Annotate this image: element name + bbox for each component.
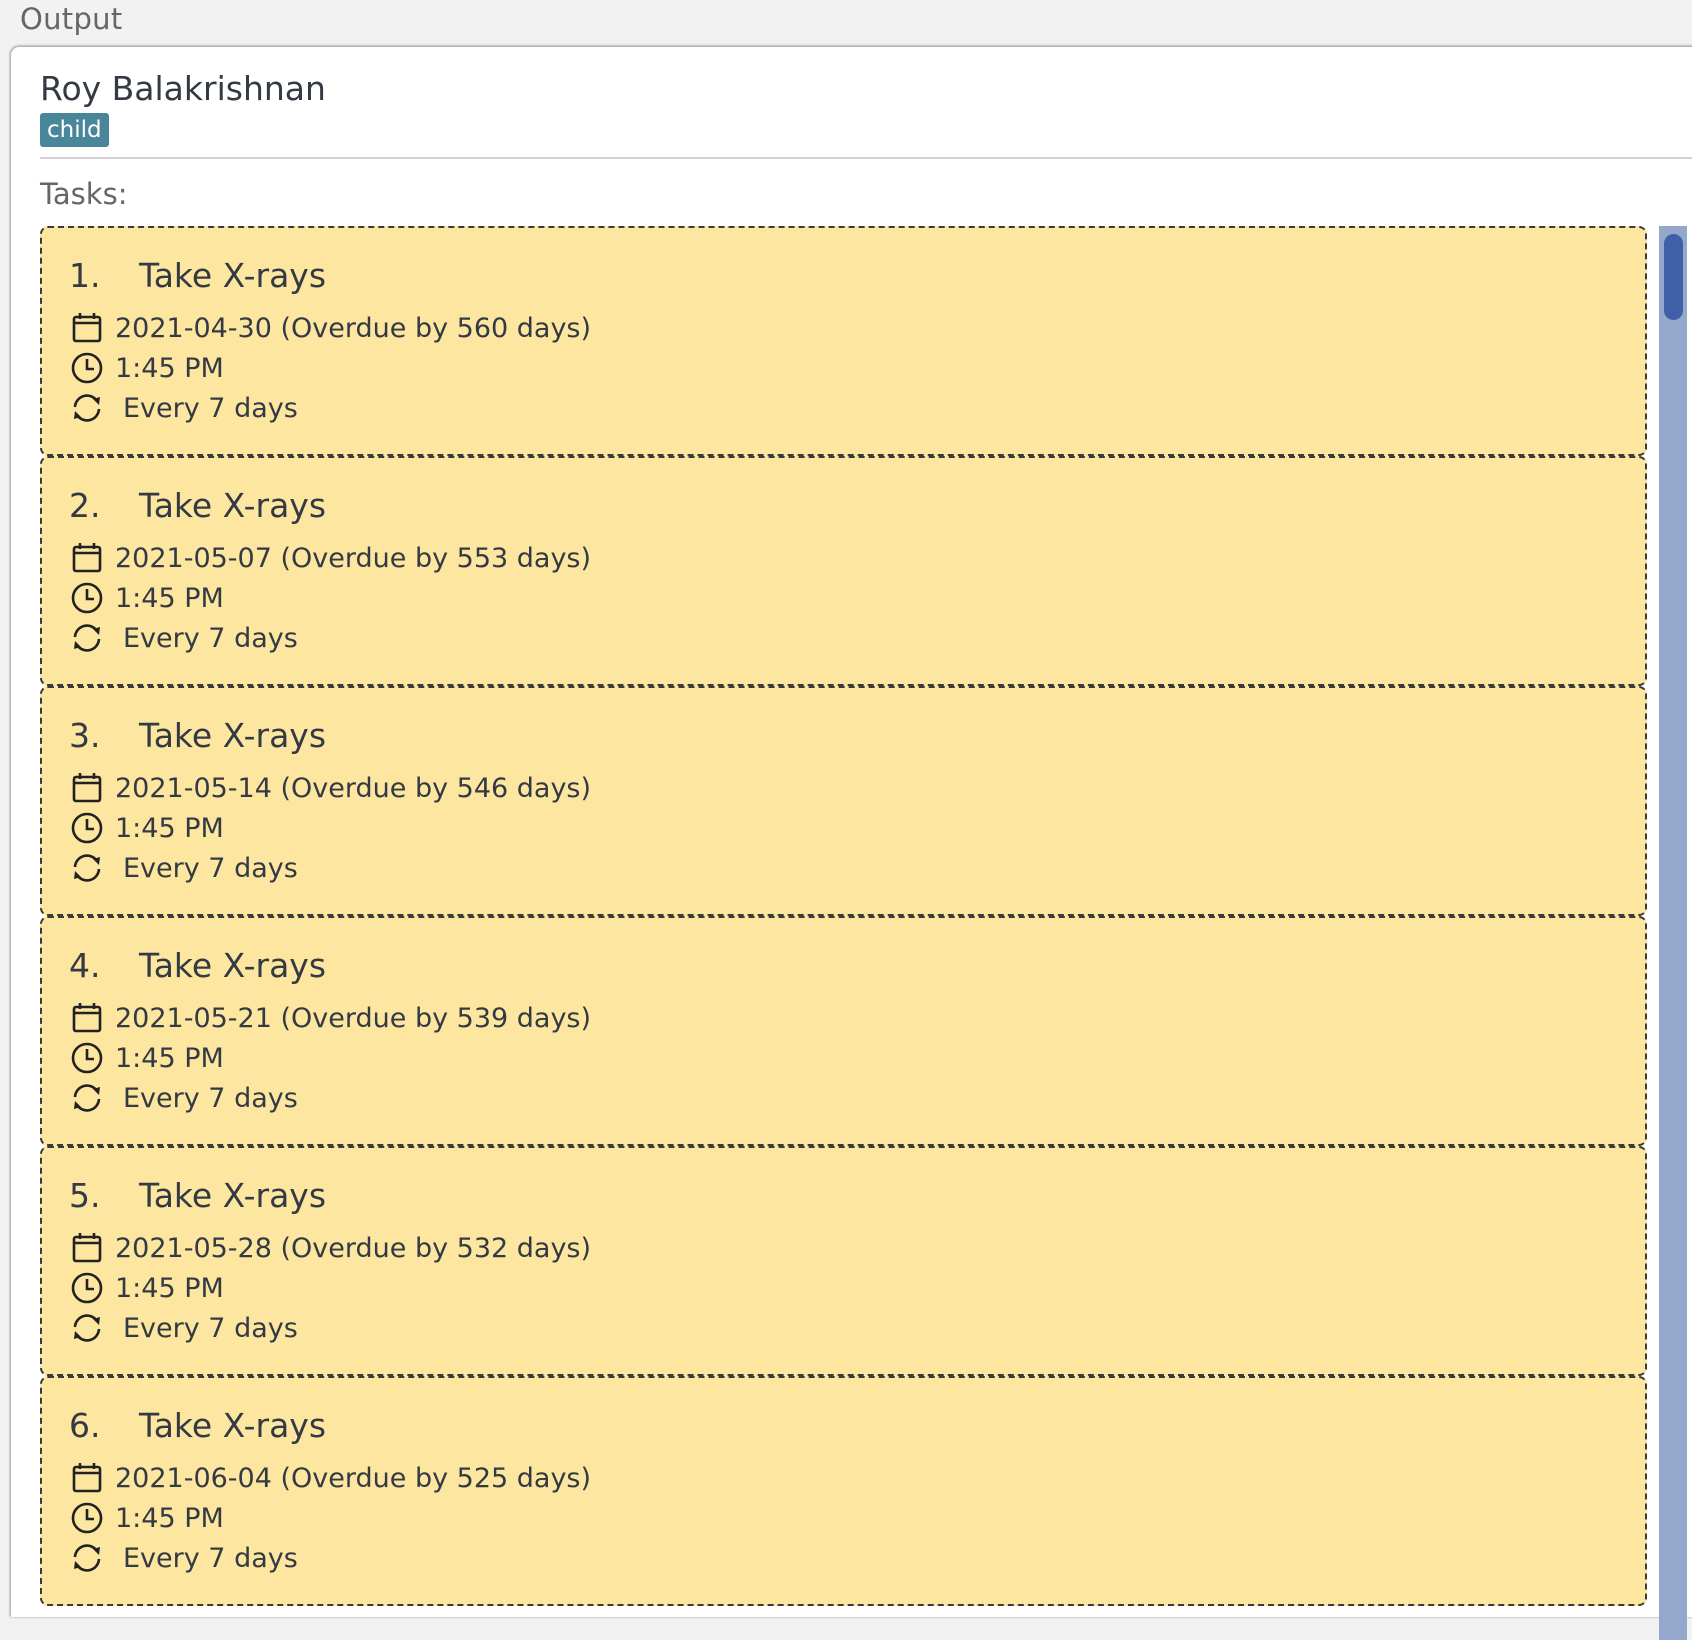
task-card[interactable]: 2. Take X-rays 2021-05-07 (Overdue by 55…: [40, 456, 1647, 686]
task-time-row: 1:45 PM: [69, 1270, 224, 1306]
repeat-icon: [69, 390, 105, 426]
task-date: 2021-06-04 (Overdue by 525 days): [115, 1462, 592, 1494]
clock-icon: [69, 1270, 105, 1306]
task-time: 1:45 PM: [115, 1042, 224, 1074]
task-date: 2021-05-28 (Overdue by 532 days): [115, 1232, 592, 1264]
task-title: Take X-rays: [139, 1176, 327, 1215]
task-time: 1:45 PM: [115, 1272, 224, 1304]
repeat-icon: [69, 1540, 105, 1576]
person-name: Roy Balakrishnan: [40, 69, 326, 108]
task-time-row: 1:45 PM: [69, 1500, 224, 1536]
clock-icon: [69, 810, 105, 846]
task-date: 2021-05-14 (Overdue by 546 days): [115, 772, 592, 804]
calendar-icon: [69, 1000, 105, 1036]
calendar-icon: [69, 1460, 105, 1496]
task-date: 2021-05-21 (Overdue by 539 days): [115, 1002, 592, 1034]
task-card[interactable]: 1. Take X-rays 2021-04-30 (Overdue by 56…: [40, 226, 1647, 456]
repeat-icon: [69, 620, 105, 656]
task-recurrence: Every 7 days: [123, 392, 298, 424]
task-time-row: 1:45 PM: [69, 810, 224, 846]
task-recurrence-row: Every 7 days: [69, 1540, 298, 1576]
calendar-icon: [69, 770, 105, 806]
task-date: 2021-05-07 (Overdue by 553 days): [115, 542, 592, 574]
task-date-row: 2021-05-07 (Overdue by 553 days): [69, 540, 591, 576]
clock-icon: [69, 1500, 105, 1536]
calendar-icon: [69, 540, 105, 576]
repeat-icon: [69, 1310, 105, 1346]
person-tag-badge: child: [40, 113, 109, 147]
task-index: 6.: [69, 1406, 101, 1445]
task-index: 3.: [69, 716, 101, 755]
task-date-row: 2021-04-30 (Overdue by 560 days): [69, 310, 591, 346]
task-date: 2021-04-30 (Overdue by 560 days): [115, 312, 592, 344]
task-recurrence-row: Every 7 days: [69, 620, 298, 656]
task-date-row: 2021-05-14 (Overdue by 546 days): [69, 770, 591, 806]
task-title: Take X-rays: [139, 946, 327, 985]
task-index: 5.: [69, 1176, 101, 1215]
task-time-row: 1:45 PM: [69, 580, 224, 616]
calendar-icon: [69, 310, 105, 346]
clock-icon: [69, 580, 105, 616]
task-index: 2.: [69, 486, 101, 525]
scrollbar-thumb[interactable]: [1664, 234, 1683, 320]
task-date-row: 2021-06-04 (Overdue by 525 days): [69, 1460, 591, 1496]
task-card[interactable]: 4. Take X-rays 2021-05-21 (Overdue by 53…: [40, 916, 1647, 1146]
repeat-icon: [69, 1080, 105, 1116]
task-card[interactable]: 6. Take X-rays 2021-06-04 (Overdue by 52…: [40, 1376, 1647, 1606]
task-time: 1:45 PM: [115, 1502, 224, 1534]
task-index: 4.: [69, 946, 101, 985]
task-title: Take X-rays: [139, 256, 327, 295]
task-card[interactable]: 5. Take X-rays 2021-05-28 (Overdue by 53…: [40, 1146, 1647, 1376]
divider: [40, 157, 1692, 159]
task-index: 1.: [69, 256, 101, 295]
task-time: 1:45 PM: [115, 812, 224, 844]
task-recurrence: Every 7 days: [123, 622, 298, 654]
tasks-label: Tasks:: [40, 177, 128, 211]
clock-icon: [69, 1040, 105, 1076]
task-date-row: 2021-05-28 (Overdue by 532 days): [69, 1230, 591, 1266]
task-time-row: 1:45 PM: [69, 350, 224, 386]
task-list[interactable]: 1. Take X-rays 2021-04-30 (Overdue by 56…: [40, 226, 1647, 1640]
repeat-icon: [69, 850, 105, 886]
task-title: Take X-rays: [139, 1406, 327, 1445]
task-date-row: 2021-05-21 (Overdue by 539 days): [69, 1000, 591, 1036]
task-recurrence: Every 7 days: [123, 852, 298, 884]
task-title: Take X-rays: [139, 716, 327, 755]
task-recurrence: Every 7 days: [123, 1542, 298, 1574]
task-list-scrollbar[interactable]: [1659, 226, 1687, 1640]
task-recurrence-row: Every 7 days: [69, 850, 298, 886]
person-detail-panel: Roy Balakrishnan child Tasks: 1. Take X-…: [11, 47, 1692, 1640]
task-title: Take X-rays: [139, 486, 327, 525]
output-section-title: Output: [20, 2, 123, 36]
task-recurrence-row: Every 7 days: [69, 1080, 298, 1116]
clock-icon: [69, 350, 105, 386]
task-time-row: 1:45 PM: [69, 1040, 224, 1076]
calendar-icon: [69, 1230, 105, 1266]
task-recurrence-row: Every 7 days: [69, 1310, 298, 1346]
task-recurrence: Every 7 days: [123, 1082, 298, 1114]
task-time: 1:45 PM: [115, 352, 224, 384]
task-time: 1:45 PM: [115, 582, 224, 614]
task-recurrence: Every 7 days: [123, 1312, 298, 1344]
task-recurrence-row: Every 7 days: [69, 390, 298, 426]
task-card[interactable]: 3. Take X-rays 2021-05-14 (Overdue by 54…: [40, 686, 1647, 916]
